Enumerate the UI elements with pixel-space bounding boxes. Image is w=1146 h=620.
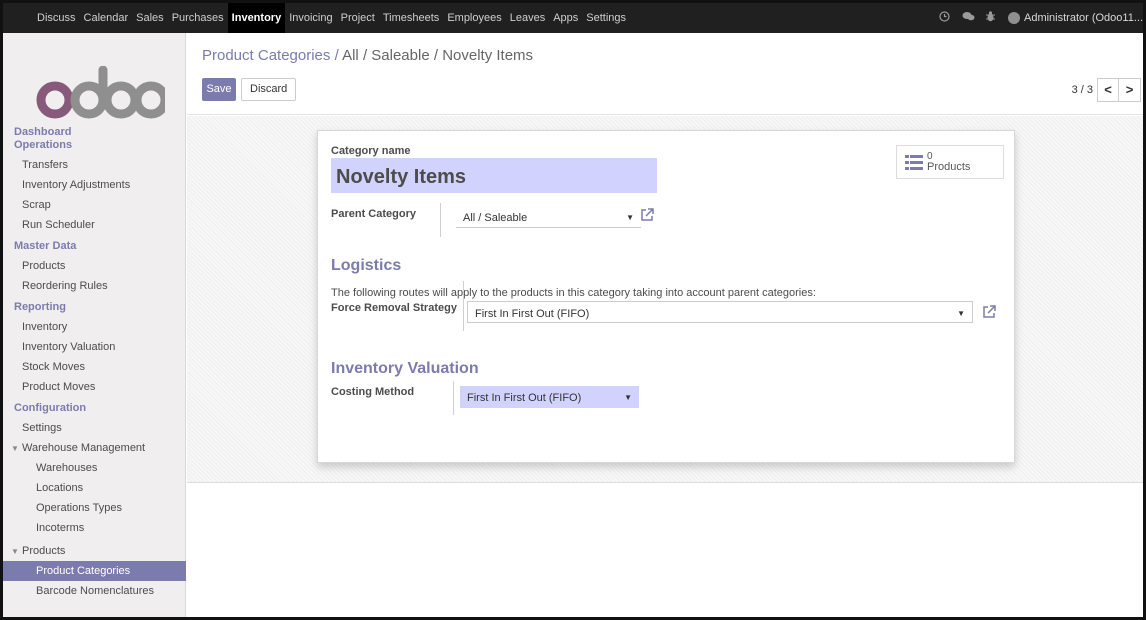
sidebar-item-warehouses[interactable]: Warehouses bbox=[3, 458, 186, 478]
breadcrumb-product-categories[interactable]: Product Categories bbox=[202, 47, 330, 64]
external-link-icon[interactable] bbox=[982, 305, 996, 319]
force-removal-strategy-label: Force Removal Strategy bbox=[331, 302, 457, 314]
breadcrumb-current: Novelty Items bbox=[442, 47, 534, 64]
products-smart-button[interactable]: 0 Products bbox=[896, 145, 1004, 179]
bug-icon[interactable] bbox=[985, 11, 997, 25]
breadcrumb-separator: / bbox=[362, 47, 368, 64]
menu-purchases[interactable]: Purchases bbox=[168, 3, 228, 33]
menu-settings[interactable]: Settings bbox=[582, 3, 630, 33]
sidebar-heading-reporting[interactable]: Reporting bbox=[3, 301, 186, 314]
discard-button[interactable]: Discard bbox=[241, 78, 297, 101]
category-name-input[interactable]: Novelty Items bbox=[331, 158, 657, 193]
sidebar-item-product-categories[interactable]: Product Categories bbox=[3, 561, 186, 581]
menu-project[interactable]: Project bbox=[337, 3, 379, 33]
form-view: Category name Novelty Items 0 Products P… bbox=[187, 116, 1143, 483]
costing-method-value: First In First Out (FIFO) bbox=[467, 392, 582, 404]
sidebar-group-label: Warehouse Management bbox=[22, 442, 146, 454]
sidebar-item-stock-moves[interactable]: Stock Moves bbox=[3, 357, 186, 377]
sidebar-item-run-scheduler[interactable]: Run Scheduler bbox=[3, 215, 186, 235]
menu-sales[interactable]: Sales bbox=[132, 3, 168, 33]
sidebar-item-inventory-adjustments[interactable]: Inventory Adjustments bbox=[3, 175, 186, 195]
menu-leaves[interactable]: Leaves bbox=[506, 3, 549, 33]
menu-inventory[interactable]: Inventory bbox=[227, 3, 286, 33]
field-divider bbox=[453, 381, 454, 415]
menu-employees[interactable]: Employees bbox=[443, 3, 505, 33]
sidebar-item-locations[interactable]: Locations bbox=[3, 478, 186, 498]
menu-timesheets[interactable]: Timesheets bbox=[379, 3, 443, 33]
systray: Administrator (Odoo11... bbox=[939, 3, 1143, 33]
menu-discuss[interactable]: Discuss bbox=[33, 3, 80, 33]
logistics-note: The following routes will apply to the p… bbox=[331, 287, 816, 299]
sidebar-item-dashboard[interactable]: Dashboard bbox=[3, 126, 186, 139]
odoo-logo bbox=[36, 66, 165, 119]
sidebar-item-products[interactable]: Products bbox=[3, 256, 186, 276]
force-removal-strategy-select[interactable]: First In First Out (FIFO) ▼ bbox=[467, 301, 973, 323]
sidebar-heading-configuration[interactable]: Configuration bbox=[3, 402, 186, 415]
field-divider bbox=[463, 281, 464, 331]
sidebar-item-incoterms[interactable]: Incoterms bbox=[3, 518, 186, 538]
avatar bbox=[1007, 12, 1020, 24]
pager-next-button[interactable]: > bbox=[1119, 78, 1141, 102]
inventory-valuation-title: Inventory Valuation bbox=[331, 360, 479, 377]
sidebar-item-settings[interactable]: Settings bbox=[3, 418, 186, 438]
parent-category-value: All / Saleable bbox=[463, 212, 528, 224]
top-navbar: Discuss Calendar Sales Purchases Invento… bbox=[3, 3, 1143, 33]
sidebar-item-scrap[interactable]: Scrap bbox=[3, 195, 186, 215]
costing-method-select[interactable]: First In First Out (FIFO) ▼ bbox=[460, 386, 639, 408]
category-name-value: Novelty Items bbox=[336, 166, 467, 188]
app-menu: Discuss Calendar Sales Purchases Invento… bbox=[3, 3, 630, 33]
caret-down-icon: ▼ bbox=[11, 444, 19, 453]
sidebar-item-inventory[interactable]: Inventory bbox=[3, 317, 186, 337]
sidebar-item-product-moves[interactable]: Product Moves bbox=[3, 377, 186, 397]
app-window: Discuss Calendar Sales Purchases Invento… bbox=[0, 0, 1146, 620]
control-panel: Product Categories / All / Saleable / No… bbox=[187, 33, 1143, 115]
user-menu[interactable]: Administrator (Odoo11... bbox=[1007, 12, 1143, 24]
dropdown-arrow-icon: ▼ bbox=[624, 393, 632, 402]
sidebar-nav: Dashboard Operations Transfers Inventory… bbox=[3, 126, 186, 601]
sidebar-item-operations-types[interactable]: Operations Types bbox=[3, 498, 186, 518]
pager-value[interactable]: 3 / 3 bbox=[1072, 84, 1093, 96]
sidebar-heading-operations[interactable]: Operations bbox=[3, 139, 186, 152]
costing-method-label: Costing Method bbox=[331, 386, 415, 398]
form-sheet: Category name Novelty Items 0 Products P… bbox=[317, 130, 1015, 463]
sidebar-group-warehouse-management[interactable]: ▼ Warehouse Management bbox=[3, 438, 186, 458]
save-button[interactable]: Save bbox=[202, 78, 236, 101]
caret-down-icon: ▼ bbox=[11, 547, 19, 556]
category-name-label: Category name bbox=[331, 145, 411, 157]
breadcrumb-saleable: Saleable bbox=[371, 47, 430, 64]
menu-invoicing[interactable]: Invoicing bbox=[285, 3, 336, 33]
parent-category-select[interactable]: All / Saleable ▼ bbox=[456, 206, 641, 228]
breadcrumb-separator: / bbox=[334, 47, 339, 64]
sidebar-group-products[interactable]: ▼ Products bbox=[3, 541, 186, 561]
force-removal-strategy-value: First In First Out (FIFO) bbox=[475, 308, 590, 320]
sidebar-group-label: Products bbox=[22, 545, 66, 557]
sidebar-item-transfers[interactable]: Transfers bbox=[3, 155, 186, 175]
sidebar: Dashboard Operations Transfers Inventory… bbox=[3, 33, 186, 617]
external-link-icon[interactable] bbox=[640, 208, 654, 222]
menu-calendar[interactable]: Calendar bbox=[80, 3, 133, 33]
dropdown-arrow-icon: ▼ bbox=[626, 213, 634, 222]
products-label: Products bbox=[927, 161, 971, 173]
sidebar-item-inventory-valuation[interactable]: Inventory Valuation bbox=[3, 337, 186, 357]
logistics-title: Logistics bbox=[331, 257, 402, 274]
pager-previous-button[interactable]: < bbox=[1097, 78, 1119, 102]
sidebar-heading-master-data[interactable]: Master Data bbox=[3, 240, 186, 253]
chat-icon[interactable] bbox=[962, 11, 975, 25]
field-divider bbox=[440, 203, 441, 237]
sidebar-item-reordering-rules[interactable]: Reordering Rules bbox=[3, 276, 186, 296]
clock-icon[interactable] bbox=[939, 11, 951, 25]
user-name: Administrator (Odoo11... bbox=[1023, 12, 1143, 24]
breadcrumb: Product Categories / All / Saleable / No… bbox=[202, 47, 533, 64]
menu-apps[interactable]: Apps bbox=[549, 3, 582, 33]
pager: 3 / 3 < > bbox=[1072, 78, 1141, 102]
breadcrumb-all: All bbox=[342, 47, 359, 64]
breadcrumb-separator: / bbox=[433, 47, 439, 64]
list-icon bbox=[905, 155, 923, 170]
dropdown-arrow-icon: ▼ bbox=[957, 309, 965, 318]
sidebar-item-barcode-nomenclatures[interactable]: Barcode Nomenclatures bbox=[3, 581, 186, 601]
parent-category-label: Parent Category bbox=[331, 208, 416, 220]
